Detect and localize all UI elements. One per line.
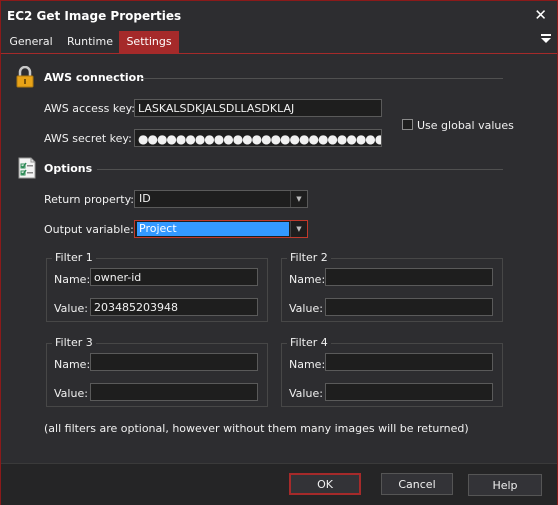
access-key-label: AWS access key: <box>44 102 136 115</box>
tab-settings[interactable]: Settings <box>119 31 179 53</box>
filter-4-value-field[interactable] <box>325 383 493 401</box>
checklist-icon <box>17 157 37 182</box>
return-property-select[interactable]: ID ▼ <box>134 190 308 208</box>
filter-4-title: Filter 4 <box>287 336 331 349</box>
aws-section-title: AWS connection <box>44 71 145 84</box>
filter-1-group: Filter 1 Name: owner-id Value: 203485203… <box>46 251 268 322</box>
help-button[interactable]: Help <box>468 474 542 496</box>
output-variable-label: Output variable: <box>44 223 134 236</box>
filter-4-value-label: Value: <box>289 387 323 400</box>
filter-3-value-field[interactable] <box>90 383 258 401</box>
filter-1-name-label: Name: <box>54 273 91 286</box>
filter-1-value-label: Value: <box>54 302 88 315</box>
return-property-value: ID <box>139 192 151 205</box>
filter-1-value-field[interactable]: 203485203948 <box>90 298 258 316</box>
chevron-down-icon[interactable]: ▼ <box>290 191 307 207</box>
filter-3-title: Filter 3 <box>52 336 96 349</box>
button-bar: OK Cancel Help <box>1 463 557 505</box>
dialog-window: EC2 Get Image Properties ✕ General Runti… <box>0 0 558 505</box>
tab-runtime[interactable]: Runtime <box>61 31 119 53</box>
chevron-down-icon[interactable]: ▼ <box>290 221 307 237</box>
menu-icon[interactable] <box>541 33 551 46</box>
filter-2-name-label: Name: <box>289 273 326 286</box>
window-title: EC2 Get Image Properties <box>7 9 182 23</box>
section-divider <box>97 169 503 170</box>
filter-4-group: Filter 4 Name: Value: <box>281 336 503 407</box>
secret-key-field[interactable]: ●●●●●●●●●●●●●●●●●●●●●●●●●●●●●●●●●●●●●●● <box>134 129 382 147</box>
title-bar: EC2 Get Image Properties ✕ <box>1 1 557 31</box>
cancel-button[interactable]: Cancel <box>381 473 453 495</box>
return-property-label: Return property: <box>44 193 134 206</box>
filter-2-name-field[interactable] <box>325 268 493 286</box>
filter-2-group: Filter 2 Name: Value: <box>281 251 503 322</box>
filter-1-name-field[interactable]: owner-id <box>90 268 258 286</box>
options-section-title: Options <box>44 162 93 175</box>
lock-icon <box>15 65 35 91</box>
filter-3-name-field[interactable] <box>90 353 258 371</box>
filter-3-group: Filter 3 Name: Value: <box>46 336 268 407</box>
section-divider <box>141 78 503 79</box>
filter-1-title: Filter 1 <box>52 251 96 264</box>
filter-2-title: Filter 2 <box>287 251 331 264</box>
access-key-field[interactable]: LASKALSDKJALSDLLASDKLAJ <box>134 99 382 117</box>
tab-general[interactable]: General <box>1 31 61 53</box>
output-variable-value: Project <box>137 222 289 236</box>
filters-note: (all filters are optional, however witho… <box>44 422 469 435</box>
filter-2-value-label: Value: <box>289 302 323 315</box>
global-values-checkbox[interactable] <box>402 119 413 130</box>
output-variable-select[interactable]: Project ▼ <box>134 220 308 238</box>
filter-3-value-label: Value: <box>54 387 88 400</box>
close-icon[interactable]: ✕ <box>534 6 547 24</box>
tab-bar: General Runtime Settings <box>1 31 557 54</box>
filter-3-name-label: Name: <box>54 358 91 371</box>
secret-key-label: AWS secret key: <box>44 132 132 145</box>
ok-button[interactable]: OK <box>289 473 361 495</box>
global-values-label: Use global values <box>417 119 514 132</box>
filter-4-name-label: Name: <box>289 358 326 371</box>
filter-2-value-field[interactable] <box>325 298 493 316</box>
filter-4-name-field[interactable] <box>325 353 493 371</box>
